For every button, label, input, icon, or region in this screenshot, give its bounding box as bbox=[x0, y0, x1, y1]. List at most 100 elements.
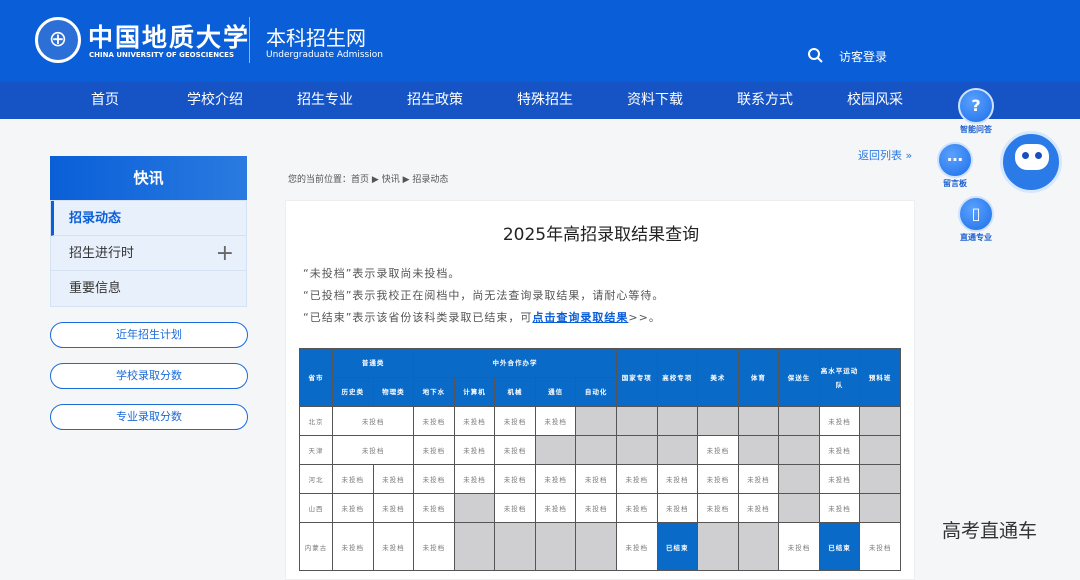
sidebar-item-important[interactable]: 重要信息 bbox=[51, 271, 246, 306]
breadcrumb: 您的当前位置：首页 ▶ 快讯 ▶ 招录动态 bbox=[288, 175, 449, 185]
status-cell: 未投档 bbox=[575, 464, 617, 494]
status-cell: 未投档 bbox=[697, 464, 739, 494]
breadcrumb-news[interactable]: 快讯 bbox=[382, 175, 400, 185]
header-recommended: 保送生 bbox=[778, 348, 820, 407]
site-title[interactable]: 本科招生网 bbox=[266, 22, 366, 51]
breadcrumb-current[interactable]: 招录动态 bbox=[412, 175, 448, 185]
status-cell: 未投档 bbox=[413, 522, 455, 571]
nav-campus[interactable]: 校园风采 bbox=[820, 82, 930, 119]
status-cell: 未投档 bbox=[737, 493, 780, 523]
breadcrumb-prefix: 您的当前位置： bbox=[288, 175, 352, 185]
status-cell: 未投档 bbox=[615, 522, 658, 571]
nav-downloads[interactable]: 资料下载 bbox=[600, 82, 710, 119]
major-scores-button[interactable]: 专业录取分数 bbox=[50, 404, 248, 430]
province-cell: 北京 bbox=[299, 406, 333, 436]
sidebar-item-in-progress[interactable]: 招生进行时 + bbox=[51, 236, 246, 271]
status-cell: 未投档 bbox=[534, 406, 577, 436]
direct-major-button[interactable]: ▯ 直通专业 bbox=[958, 196, 994, 243]
empty-cell bbox=[737, 406, 780, 436]
university-seal-icon[interactable]: ⊕ bbox=[35, 17, 81, 63]
header-history: 历史类 bbox=[332, 377, 374, 407]
nav-about[interactable]: 学校介绍 bbox=[160, 82, 270, 119]
status-cell: 未投档 bbox=[859, 522, 901, 571]
empty-cell bbox=[656, 406, 699, 436]
recent-plan-button[interactable]: 近年招生计划 bbox=[50, 322, 248, 348]
status-cell: 未投档 bbox=[453, 435, 496, 465]
status-cell: 未投档 bbox=[413, 464, 455, 494]
robot-assistant-icon[interactable] bbox=[1000, 131, 1062, 193]
direct-major-label: 直通专业 bbox=[960, 233, 992, 242]
empty-cell bbox=[575, 522, 617, 571]
status-cell: 未投档 bbox=[332, 464, 374, 494]
status-cell: 未投档 bbox=[656, 493, 699, 523]
article-title: 2025年高招录取结果查询 bbox=[502, 225, 700, 245]
status-cell: 未投档 bbox=[778, 522, 820, 571]
empty-cell bbox=[453, 522, 496, 571]
results-table: 省市 普通类 中外合作办学 国家专项 高校专项 美术 体育 保送生 高水平运动队… bbox=[299, 348, 901, 571]
status-cell: 未投档 bbox=[615, 464, 658, 494]
message-board-label: 留言板 bbox=[943, 179, 967, 188]
book-icon: ▯ bbox=[958, 196, 994, 232]
nav-policy[interactable]: 招生政策 bbox=[380, 82, 490, 119]
header-mechanical: 机械 bbox=[494, 377, 536, 407]
status-cell: 未投档 bbox=[656, 464, 699, 494]
nav-majors[interactable]: 招生专业 bbox=[270, 82, 380, 119]
header-computer: 计算机 bbox=[453, 377, 496, 407]
status-cell[interactable]: 已结束 bbox=[818, 522, 861, 571]
table-row: 山西 未投档 未投档 未投档 未投档 未投档 未投档 未投档 未投档 未投档 未投档 未投档 bbox=[299, 493, 901, 523]
header-coop: 中外合作办学 bbox=[413, 348, 617, 378]
empty-cell bbox=[859, 464, 901, 494]
status-cell: 未投档 bbox=[413, 493, 455, 523]
status-cell: 未投档 bbox=[534, 464, 577, 494]
header-athletes: 高水平运动队 bbox=[818, 348, 861, 407]
empty-cell bbox=[697, 406, 739, 436]
header: ⊕ 中国地质大学 CHINA UNIVERSITY OF GEOSCIENCES… bbox=[0, 0, 1080, 82]
breadcrumb-home[interactable]: 首页 bbox=[351, 175, 369, 185]
school-scores-button[interactable]: 学校录取分数 bbox=[50, 363, 248, 389]
status-cell: 未投档 bbox=[575, 493, 617, 523]
header-communication: 通信 bbox=[534, 377, 577, 407]
empty-cell bbox=[859, 406, 901, 436]
status-cell: 未投档 bbox=[494, 435, 536, 465]
status-cell[interactable]: 已结束 bbox=[656, 522, 699, 571]
table-row: 天津 未投档 未投档 未投档 未投档 未投档 未投档 bbox=[299, 435, 901, 465]
back-to-list-link[interactable]: 返回列表 » bbox=[858, 147, 912, 163]
status-cell: 未投档 bbox=[331, 435, 415, 465]
nav-special[interactable]: 特殊招生 bbox=[490, 82, 600, 119]
sidebar-item-admission-news[interactable]: 招录动态 bbox=[51, 201, 246, 236]
visitor-login-link[interactable]: 访客登录 bbox=[839, 48, 887, 65]
nav-home[interactable]: 首页 bbox=[50, 82, 160, 119]
table-row: 内蒙古 未投档 未投档 未投档 未投档 已结束 未投档 已结束 未投档 bbox=[299, 522, 901, 571]
status-cell: 未投档 bbox=[818, 406, 861, 436]
status-cell: 未投档 bbox=[697, 435, 739, 465]
status-cell: 未投档 bbox=[737, 464, 780, 494]
status-cell: 未投档 bbox=[332, 493, 374, 523]
empty-cell bbox=[778, 464, 820, 494]
note-1: “未投档”表示录取尚未投档。 bbox=[303, 267, 461, 280]
empty-cell bbox=[534, 435, 577, 465]
query-results-link[interactable]: 点击查询录取结果 bbox=[532, 311, 628, 324]
empty-cell bbox=[575, 406, 617, 436]
divider bbox=[249, 17, 250, 63]
table-row: 北京 未投档 未投档 未投档 未投档 未投档 未投档 bbox=[299, 406, 901, 436]
message-board-button[interactable]: ⋯ 留言板 bbox=[937, 142, 973, 189]
chat-dots-icon: ⋯ bbox=[937, 142, 973, 178]
header-automation: 自动化 bbox=[575, 377, 617, 407]
header-general: 普通类 bbox=[331, 348, 415, 378]
header-national: 国家专项 bbox=[615, 348, 658, 407]
empty-cell bbox=[615, 435, 658, 465]
smart-qa-button[interactable]: ? 智能问答 bbox=[958, 88, 994, 135]
nav-contact[interactable]: 联系方式 bbox=[710, 82, 820, 119]
province-cell: 天津 bbox=[299, 435, 333, 465]
article-notes: “未投档”表示录取尚未投档。 “已投档”表示我校正在阅档中，尚无法查询录取结果，… bbox=[303, 263, 664, 329]
logo-en: CHINA UNIVERSITY OF GEOSCIENCES bbox=[89, 51, 235, 59]
search-icon[interactable] bbox=[807, 47, 823, 63]
plus-icon[interactable]: + bbox=[216, 236, 234, 271]
status-cell: 未投档 bbox=[615, 493, 658, 523]
sidebar-menu: 招录动态 招生进行时 + 重要信息 bbox=[50, 200, 247, 307]
province-cell: 河北 bbox=[299, 464, 333, 494]
status-cell: 未投档 bbox=[413, 435, 455, 465]
logo-cn[interactable]: 中国地质大学 bbox=[88, 18, 250, 54]
empty-cell bbox=[737, 435, 780, 465]
province-cell: 内蒙古 bbox=[299, 522, 333, 571]
